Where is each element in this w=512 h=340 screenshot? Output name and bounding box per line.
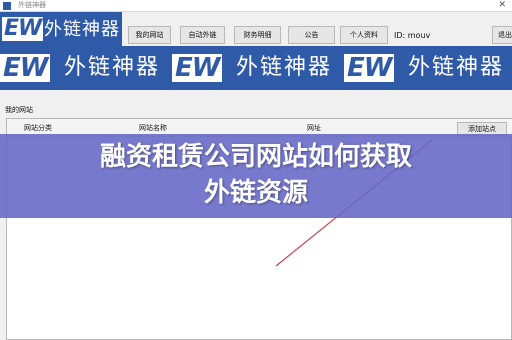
caption-line-2: 外链资源 [203, 178, 308, 208]
caption-text: 融资租赁公司网站如何获取 外链资源 [0, 139, 512, 211]
caption-overlay: 融资租赁公司网站如何获取 外链资源 [0, 134, 512, 218]
caption-line-1: 融资租赁公司网站如何获取 [99, 142, 412, 172]
